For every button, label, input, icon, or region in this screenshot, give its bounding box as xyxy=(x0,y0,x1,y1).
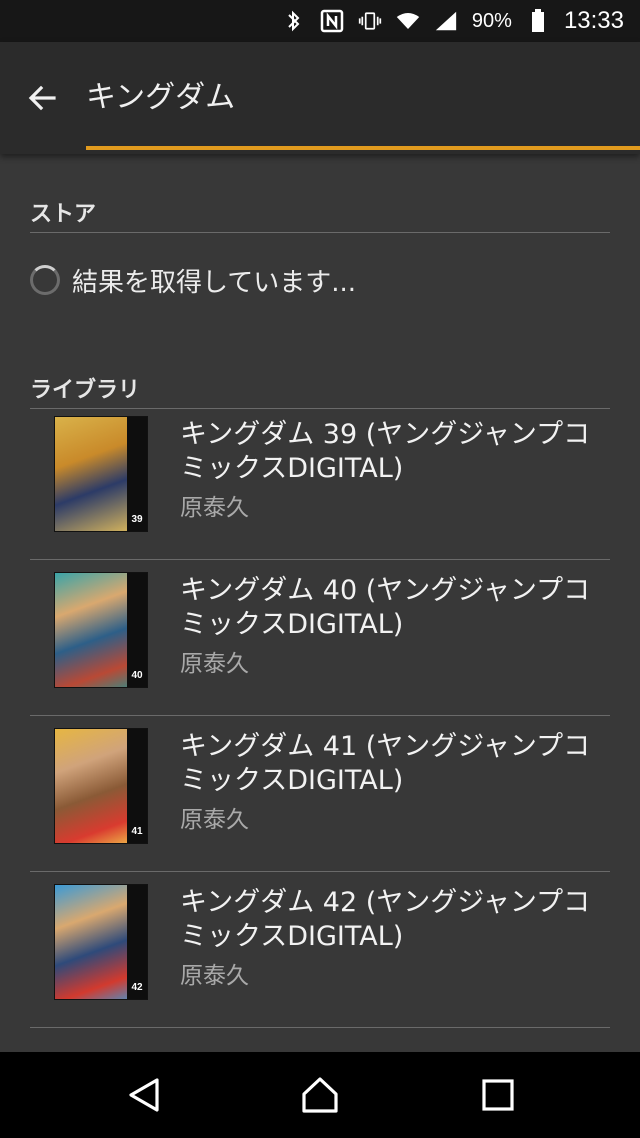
library-item[interactable]: 39 キングダム 39 (ヤングジャンプコミックスDIGITAL) 原泰久 xyxy=(30,404,610,560)
book-title: キングダム 41 (ヤングジャンプコミックスDIGITAL) xyxy=(180,731,591,796)
nav-home-button[interactable] xyxy=(298,1073,342,1117)
library-item[interactable]: 42 キングダム 42 (ヤングジャンプコミックスDIGITAL) 原泰久 xyxy=(30,872,610,1028)
nav-recents-button[interactable] xyxy=(476,1073,520,1117)
book-author: 原泰久 xyxy=(180,807,249,833)
arrow-left-icon xyxy=(28,85,56,111)
home-nav-icon xyxy=(302,1077,338,1113)
signal-icon xyxy=(434,9,458,33)
page-title: キングダム xyxy=(86,80,236,115)
title-underline xyxy=(86,146,640,150)
book-author: 原泰久 xyxy=(180,651,249,677)
back-button[interactable] xyxy=(20,80,64,116)
book-cover[interactable]: 40 xyxy=(54,572,148,688)
book-cover[interactable]: 42 xyxy=(54,884,148,1000)
clock: 13:33 xyxy=(563,7,624,34)
book-author: 原泰久 xyxy=(180,495,249,521)
book-cover[interactable]: 39 xyxy=(54,416,148,532)
app-bar: キングダム xyxy=(0,42,640,154)
store-section-header: ストア xyxy=(30,196,610,233)
library-list: 39 キングダム 39 (ヤングジャンプコミックスDIGITAL) 原泰久 40… xyxy=(30,404,610,1028)
wifi-icon xyxy=(396,9,420,33)
loading-spinner-icon xyxy=(30,265,60,295)
back-nav-icon xyxy=(129,1078,159,1112)
loading-text: 結果を取得しています... xyxy=(72,267,357,298)
nav-back-button[interactable] xyxy=(122,1073,166,1117)
book-title: キングダム 40 (ヤングジャンプコミックスDIGITAL) xyxy=(180,575,591,640)
library-item[interactable]: 40 キングダム 40 (ヤングジャンプコミックスDIGITAL) 原泰久 xyxy=(30,560,610,716)
book-title: キングダム 42 (ヤングジャンプコミックスDIGITAL) xyxy=(180,887,591,952)
recents-nav-icon xyxy=(482,1079,514,1111)
bluetooth-icon xyxy=(282,9,306,33)
nfc-icon xyxy=(320,9,344,33)
battery-icon xyxy=(526,9,550,33)
battery-percent: 90% xyxy=(471,9,512,32)
status-bar: 90% 13:33 xyxy=(0,0,640,42)
library-item[interactable]: 41 キングダム 41 (ヤングジャンプコミックスDIGITAL) 原泰久 xyxy=(30,716,610,872)
store-loading: 結果を取得しています... xyxy=(30,262,356,298)
book-cover[interactable]: 41 xyxy=(54,728,148,844)
navigation-bar xyxy=(0,1052,640,1138)
book-author: 原泰久 xyxy=(180,963,249,989)
book-title: キングダム 39 (ヤングジャンプコミックスDIGITAL) xyxy=(180,419,591,484)
vibrate-icon xyxy=(358,9,382,33)
